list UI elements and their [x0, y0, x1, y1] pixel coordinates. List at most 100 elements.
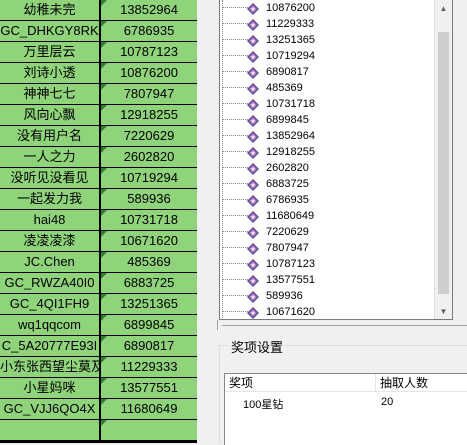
- gem-icon: [247, 2, 259, 15]
- tree-connector: [222, 55, 248, 56]
- name-cell[interactable]: 没听见没看见: [0, 168, 99, 188]
- id-cell[interactable]: 485369: [101, 252, 197, 272]
- grid-row: hai48 10731718: [0, 210, 197, 231]
- name-cell[interactable]: JC.Chen: [0, 252, 99, 272]
- scroll-up-arrow-icon[interactable]: ▲: [435, 0, 452, 17]
- tree-item-label: 11680649: [266, 210, 315, 222]
- tree-item-label: 12918255: [266, 146, 315, 158]
- id-cell[interactable]: 13852964: [101, 0, 197, 20]
- scroll-thumb[interactable]: [438, 32, 449, 294]
- tree-item[interactable]: 7220629: [220, 224, 440, 240]
- id-cell[interactable]: 10787123: [101, 42, 197, 62]
- grid-row: GC_VJJ6QO4X 11680649: [0, 399, 197, 420]
- id-cell[interactable]: 7807947: [101, 84, 197, 104]
- id-cell[interactable]: 13577551: [101, 378, 197, 398]
- id-cell[interactable]: 10671620: [101, 231, 197, 251]
- name-cell[interactable]: 凌凌凌漆: [0, 231, 99, 251]
- name-cell[interactable]: 神神七七: [0, 84, 99, 104]
- tree-connector: [222, 263, 248, 264]
- tree-item[interactable]: 6786935: [220, 192, 440, 208]
- grid-row: 万里层云 10787123: [0, 42, 197, 63]
- gem-icon: [247, 130, 259, 143]
- count-cell[interactable]: 20: [381, 396, 393, 408]
- count-column-header[interactable]: 抽取人数: [376, 374, 467, 392]
- tree-item[interactable]: 6890817: [220, 64, 440, 80]
- id-cell[interactable]: 2602820: [101, 147, 197, 167]
- divider: [222, 325, 467, 326]
- tree-item[interactable]: 10787123: [220, 256, 440, 272]
- gem-icon: [247, 146, 259, 159]
- id-cell[interactable]: 10731718: [101, 210, 197, 230]
- tree-connector: [222, 183, 248, 184]
- id-cell[interactable]: 7220629: [101, 126, 197, 146]
- grid-row: 小星妈咪 13577551: [0, 378, 197, 399]
- tree-item[interactable]: 10671620: [220, 304, 440, 319]
- tree-item[interactable]: 11680649: [220, 208, 440, 224]
- name-cell[interactable]: [0, 420, 99, 440]
- tree-item-label: 2602820: [266, 162, 309, 174]
- name-cell[interactable]: 一人之力: [0, 147, 99, 167]
- gem-icon: [247, 34, 259, 47]
- tree-item-label: 6786935: [266, 194, 309, 206]
- name-cell[interactable]: 万里层云: [0, 42, 99, 62]
- id-cell[interactable]: 11229333: [101, 357, 197, 377]
- name-cell[interactable]: GC_4QI1FH9: [0, 294, 99, 314]
- tree-item[interactable]: 10731718: [220, 96, 440, 112]
- name-cell[interactable]: hai48: [0, 210, 99, 230]
- name-cell[interactable]: 刘诗小透: [0, 63, 99, 83]
- tree-item[interactable]: 13577551: [220, 272, 440, 288]
- tree-item[interactable]: 13852964: [220, 128, 440, 144]
- tree-item[interactable]: 13251365: [220, 32, 440, 48]
- id-cell[interactable]: 10719294: [101, 168, 197, 188]
- scroll-down-arrow-icon[interactable]: ▼: [435, 303, 452, 319]
- tree-item[interactable]: 12918255: [220, 144, 440, 160]
- name-cell[interactable]: C_5A20777E93I: [0, 336, 99, 356]
- gem-icon: [247, 226, 259, 239]
- tree-connector: [222, 167, 248, 168]
- prize-column-header[interactable]: 奖项: [225, 374, 376, 392]
- id-cell[interactable]: 13251365: [101, 294, 197, 314]
- prize-table[interactable]: 奖项 抽取人数 100星钻 20: [224, 373, 467, 445]
- id-cell[interactable]: [101, 420, 197, 440]
- tree-item[interactable]: 10719294: [220, 48, 440, 64]
- name-cell[interactable]: 小东张西望尘莫及: [0, 357, 99, 377]
- tree-connector: [222, 119, 248, 120]
- id-cell[interactable]: 10876200: [101, 63, 197, 83]
- tree-connector: [222, 295, 248, 296]
- id-cell[interactable]: 6899845: [101, 315, 197, 335]
- tree-item[interactable]: 7807947: [220, 240, 440, 256]
- vertical-scrollbar[interactable]: ▲ ▼: [434, 0, 452, 319]
- tree-item[interactable]: 2602820: [220, 160, 440, 176]
- tree-item[interactable]: 589936: [220, 288, 440, 304]
- name-cell[interactable]: 幼稚未完: [0, 0, 99, 20]
- name-cell[interactable]: GC_DHKGY8RK: [0, 21, 99, 41]
- id-cell[interactable]: 6883725: [101, 273, 197, 293]
- gem-icon: [247, 258, 259, 271]
- winner-grid: 幼稚未完 13852964 GC_DHKGY8RK 6786935 万里层云 107871…: [0, 0, 197, 443]
- tree-item-label: 589936: [266, 290, 303, 302]
- tree-item-label: 7220629: [266, 226, 309, 238]
- tree-item[interactable]: 6883725: [220, 176, 440, 192]
- gem-icon: [247, 210, 259, 223]
- id-cell[interactable]: 12918255: [101, 105, 197, 125]
- gem-icon: [247, 98, 259, 111]
- name-cell[interactable]: GC_VJJ6QO4X: [0, 399, 99, 419]
- tree-item[interactable]: 11229333: [220, 16, 440, 32]
- grid-row: C_5A20777E93I 6890817: [0, 336, 197, 357]
- name-cell[interactable]: 风向心飘: [0, 105, 99, 125]
- tree-item[interactable]: 6899845: [220, 112, 440, 128]
- prize-cell[interactable]: 100星钻: [243, 396, 283, 412]
- tree-item[interactable]: 10876200: [220, 0, 440, 16]
- id-cell[interactable]: 11680649: [101, 399, 197, 419]
- name-cell[interactable]: wq1qqcom: [0, 315, 99, 335]
- name-cell[interactable]: 没有用户名: [0, 126, 99, 146]
- id-cell[interactable]: 589936: [101, 189, 197, 209]
- name-cell[interactable]: 小星妈咪: [0, 378, 99, 398]
- tree-item[interactable]: 485369: [220, 80, 440, 96]
- name-cell[interactable]: GC_RWZA40I0: [0, 273, 99, 293]
- winner-tree-list[interactable]: 10876200 11229333 13251365 10719294 6890817 4…: [219, 0, 453, 320]
- id-cell[interactable]: 6786935: [101, 21, 197, 41]
- id-cell[interactable]: 6890817: [101, 336, 197, 356]
- name-cell[interactable]: 一起发力我: [0, 189, 99, 209]
- tree-item-label: 10719294: [266, 50, 315, 62]
